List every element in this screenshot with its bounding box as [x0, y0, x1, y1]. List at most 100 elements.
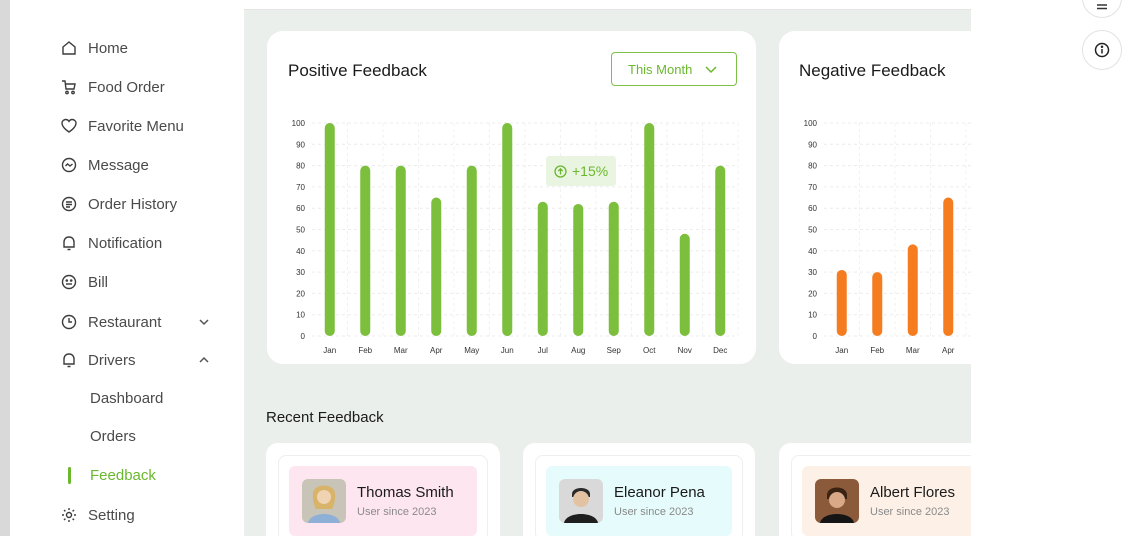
y-tick-label: 70 [808, 183, 817, 192]
x-tick-label: Aug [571, 346, 585, 355]
y-tick-label: 10 [808, 311, 817, 320]
feedback-card[interactable]: Eleanor Pena User since 2023 [523, 443, 755, 536]
x-tick-label: Jan [835, 346, 848, 355]
x-tick-label: Mar [394, 346, 408, 355]
home-icon [60, 39, 78, 57]
chevron-up-icon[interactable] [195, 351, 213, 369]
user-name: Albert Flores [870, 484, 956, 501]
user-since: User since 2023 [870, 506, 950, 518]
bar[interactable] [943, 197, 954, 336]
y-tick-label: 70 [296, 183, 305, 192]
user-since: User since 2023 [614, 506, 694, 518]
menu-icon [1095, 4, 1109, 10]
y-tick-label: 50 [296, 226, 305, 235]
bar[interactable] [608, 201, 619, 336]
info-button[interactable] [1082, 30, 1122, 70]
negative-feedback-card: Negative Feedback 0 10 20 30 40 50 60 70 80 90 100… [779, 31, 971, 364]
x-tick-label: Dec [713, 346, 727, 355]
recent-feedback-title: Recent Feedback [266, 409, 384, 426]
restaurant-icon [60, 313, 78, 331]
x-tick-label: Mar [906, 346, 920, 355]
bar[interactable] [537, 201, 548, 336]
bar[interactable] [502, 123, 513, 336]
bar[interactable] [466, 165, 477, 336]
chevron-down-icon[interactable] [195, 313, 213, 331]
bar[interactable] [644, 123, 655, 336]
x-tick-label: Jun [501, 346, 514, 355]
growth-badge-value: +15% [572, 163, 609, 179]
feedback-card[interactable]: Albert Flores User since 2023 [779, 443, 971, 536]
sidebar-item-drivers[interactable]: Drivers [60, 348, 209, 372]
y-tick-label: 30 [296, 268, 305, 277]
growth-badge: +15% [546, 156, 617, 186]
sidebar-subitem-orders[interactable]: Orders [90, 428, 136, 445]
bar[interactable] [573, 203, 584, 336]
sidebar-item-bill[interactable]: Bill [60, 270, 108, 294]
sidebar-item-label: Food Order [88, 78, 165, 96]
sidebar-subitem-feedback[interactable]: Feedback [90, 467, 156, 484]
bar[interactable] [872, 272, 883, 336]
food-order-icon [60, 78, 78, 96]
avatar [815, 479, 859, 523]
feedback-card-inner: Thomas Smith User since 2023 [278, 455, 488, 536]
y-tick-label: 90 [808, 140, 817, 149]
main-content: Positive Feedback This Month 0 10 20 30 40 50… [244, 10, 971, 536]
user-name: Eleanor Pena [614, 484, 705, 501]
sidebar-item-restaurant[interactable]: Restaurant [60, 310, 209, 334]
sidebar-item-home[interactable]: Home [60, 36, 128, 60]
y-tick-label: 50 [808, 226, 817, 235]
sidebar-item-favorite-menu[interactable]: Favorite Menu [60, 114, 184, 138]
y-tick-label: 60 [296, 204, 305, 213]
x-tick-label: Apr [430, 346, 443, 355]
active-indicator [68, 467, 71, 484]
sidebar-item-setting[interactable]: Setting [60, 503, 135, 527]
y-tick-label: 10 [296, 311, 305, 320]
arrow-up-circle-icon [554, 164, 567, 178]
top-divider [244, 0, 1014, 10]
bar[interactable] [324, 123, 335, 336]
sidebar-item-label: Setting [88, 506, 135, 524]
x-tick-label: Feb [870, 346, 884, 355]
sidebar-item-food-order[interactable]: Food Order [60, 75, 165, 99]
sidebar-item-label: Notification [88, 234, 163, 252]
bar[interactable] [431, 197, 442, 336]
positive-feedback-card: Positive Feedback This Month 0 10 20 30 40 50… [267, 31, 756, 364]
sidebar-item-label: Home [88, 39, 129, 57]
bar[interactable] [395, 165, 406, 336]
x-tick-label: Apr [942, 346, 955, 355]
info-icon [1094, 42, 1110, 58]
y-tick-label: 20 [808, 289, 817, 298]
y-tick-label: 90 [296, 140, 305, 149]
message-icon [60, 156, 78, 174]
x-tick-label: Feb [358, 346, 372, 355]
sidebar-subitem-dashboard[interactable]: Dashboard [90, 390, 163, 407]
sidebar-item-notification[interactable]: Notification [60, 231, 162, 255]
y-tick-label: 40 [808, 247, 817, 256]
y-tick-label: 80 [296, 162, 305, 171]
x-tick-label: Nov [678, 346, 692, 355]
user-since: User since 2023 [357, 506, 437, 518]
bar[interactable] [715, 165, 726, 336]
sidebar-item-message[interactable]: Message [60, 153, 149, 177]
x-tick-label: Jul [538, 346, 548, 355]
feedback-card[interactable]: Thomas Smith User since 2023 [266, 443, 500, 536]
sidebar-item-label: Message [88, 156, 149, 174]
menu-button[interactable] [1082, 0, 1122, 18]
sidebar-item-label: Order History [88, 195, 178, 213]
sidebar-item-order-history[interactable]: Order History [60, 192, 177, 216]
sidebar-item-label: Drivers [88, 351, 136, 369]
bar[interactable] [360, 165, 371, 336]
user-name: Thomas Smith [357, 484, 454, 501]
feedback-card-inner: Eleanor Pena User since 2023 [535, 455, 743, 536]
avatar [302, 479, 346, 523]
feedback-card-inner: Albert Flores User since 2023 [791, 455, 971, 536]
feedback-user-box: Thomas Smith User since 2023 [289, 466, 477, 536]
order-history-icon [60, 195, 78, 213]
feedback-user-box: Albert Flores User since 2023 [802, 466, 971, 536]
bar[interactable] [907, 244, 918, 336]
y-tick-label: 30 [808, 268, 817, 277]
y-tick-label: 80 [808, 162, 817, 171]
bar[interactable] [679, 233, 690, 336]
y-tick-label: 100 [292, 119, 306, 128]
bar[interactable] [836, 269, 847, 336]
